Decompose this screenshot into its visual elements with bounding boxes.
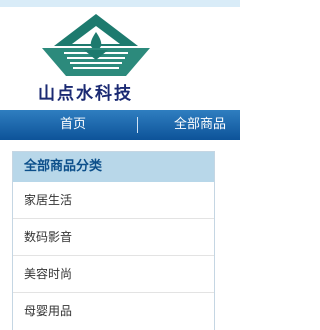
logo-text: 山点水科技 — [38, 84, 133, 104]
category-item-mother-baby[interactable]: 母婴用品 — [13, 293, 214, 329]
category-item-digital-av[interactable]: 数码影音 — [13, 219, 214, 256]
category-panel: 全部商品分类 家居生活 数码影音 美容时尚 母婴用品 — [12, 151, 215, 330]
nav-all-products-link[interactable]: 全部商品 — [174, 110, 226, 140]
nav-separator — [137, 117, 138, 133]
main-nav: 首页 全部商品 — [0, 110, 240, 140]
nav-home-link[interactable]: 首页 — [60, 110, 86, 140]
category-item-beauty-fashion[interactable]: 美容时尚 — [13, 256, 214, 293]
category-item-home-living[interactable]: 家居生活 — [13, 182, 214, 219]
logo-emblem-icon — [42, 14, 150, 76]
category-panel-title: 全部商品分类 — [13, 152, 214, 182]
top-strip — [0, 0, 240, 7]
site-logo[interactable]: 山点水科技 — [0, 7, 240, 110]
